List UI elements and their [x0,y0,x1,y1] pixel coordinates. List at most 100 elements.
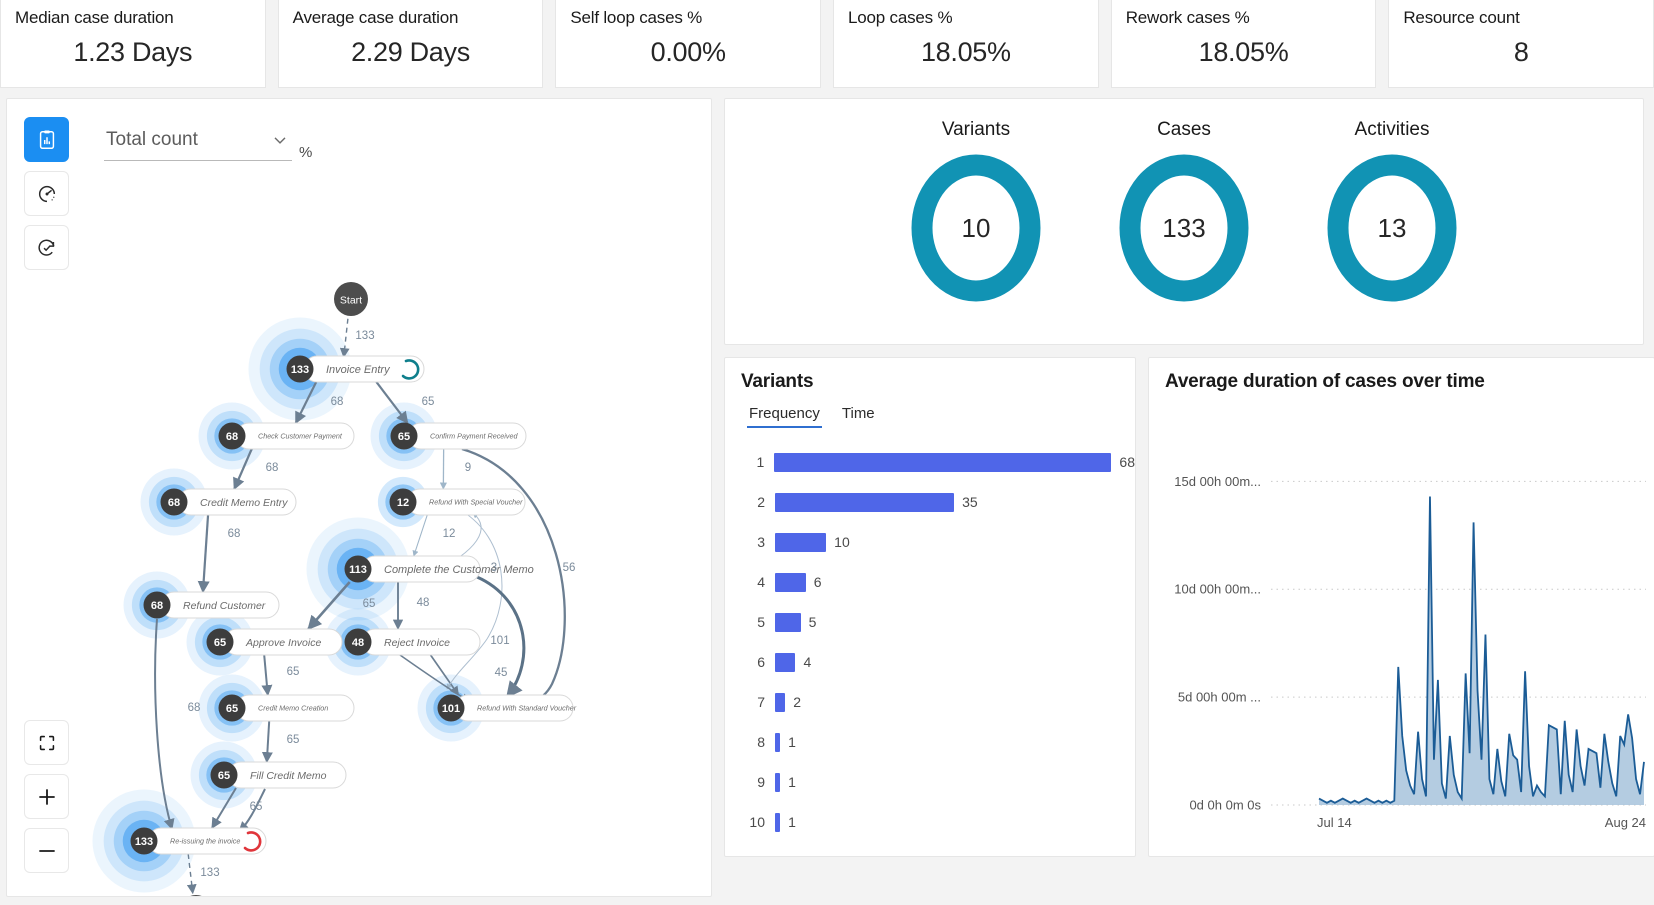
fit-to-screen-button[interactable] [24,720,69,765]
process-map-graph[interactable]: Start Invoice Entry 133 Check Customer Paym… [7,99,711,897]
process-node[interactable]: Credit Memo Creation 65 [218,694,355,722]
duration-area-chart: 0d 0h 0m 0s 5d 00h 00m ... 10d 00h 00m... 1… [1174,474,1646,830]
process-map-panel: Total count % Start Invoice Entry 133 Check… [6,98,712,897]
refresh-check-icon [37,239,54,256]
edge-count-label: 68 [228,528,241,540]
process-node[interactable]: End [179,895,213,897]
node-label: Re-issuing the invoice [170,837,240,846]
variant-value: 35 [962,494,978,510]
process-node[interactable]: Re-issuing the invoice 133 [130,827,267,855]
zoom-out-button[interactable] [24,828,69,873]
node-count-value: 68 [151,600,163,612]
process-node[interactable]: Confirm Payment Received 65 [390,422,527,450]
variant-rank: 1 [756,454,765,470]
node-count-value: 48 [352,637,364,649]
edge-count-label: 56 [563,562,576,574]
process-edge [261,720,273,764]
variant-bar [775,492,955,512]
variants-title: Variants [741,371,814,392]
node-count-value: 68 [168,497,180,509]
edge-count-label: 65 [287,734,300,746]
node-label: Fill Credit Memo [250,770,327,782]
variant-value: 10 [834,534,850,550]
kpi-row: Median case duration 1.23 Days Average c… [0,0,1654,88]
y-axis-tick-label: 5d 00h 00m ... [1178,690,1261,705]
node-label: Invoice Entry [326,364,391,376]
metric-select-box[interactable]: Total count [104,125,292,161]
variant-rank: 8 [757,734,765,750]
variant-bar-row[interactable]: 3 10 [725,522,1135,562]
process-node[interactable]: Fill Credit Memo 65 [210,761,347,789]
process-node[interactable]: Complete the Customer Memo 113 [344,555,534,583]
variant-bar [775,532,827,552]
edge-count-label: 3 [491,562,497,574]
node-count-value: 65 [398,431,410,443]
variant-bar-row[interactable]: 55 [725,602,1135,642]
donut-value: 133 [1162,213,1205,243]
variant-bar-row[interactable]: 1 68 [725,442,1135,482]
edge-count-label: 68 [188,702,201,714]
variant-bar-row[interactable]: 2 35 [725,482,1135,522]
edge-count-label: 133 [200,867,219,879]
kpi-title: Loop cases % [848,8,953,27]
variant-bar-row[interactable]: 91 [725,762,1135,802]
variant-bar-row[interactable]: 81 [725,722,1135,762]
kpi-value: 2.29 Days [351,37,470,67]
kpi-value: 8 [1513,37,1529,67]
donut-cases: Cases 133 [1119,119,1249,307]
process-node[interactable]: Invoice Entry 133 [286,355,425,383]
x-axis-tick-start: Jul 14 [1317,815,1352,830]
metric-select-value: Total count [106,129,198,150]
terminal-node-label: Start [340,295,362,307]
variant-rank: 5 [757,614,765,630]
variant-value: 6 [813,574,822,590]
donut-value: 13 [1378,213,1407,243]
map-view-toolbar [24,117,69,270]
process-node[interactable]: Approve Invoice 65 [206,628,343,656]
kpi-card-median-case-duration: Median case duration 1.23 Days [0,0,266,88]
duration-title: Average duration of cases over time [1165,371,1485,392]
frequency-view-button[interactable] [24,117,69,162]
kpi-value: 18.05% [920,37,1011,67]
plus-icon [38,788,55,805]
zoom-in-button[interactable] [24,774,69,819]
tab-time[interactable]: Time [840,403,877,428]
kpi-value: 1.23 Days [73,37,193,67]
process-edge [197,514,210,594]
edge-count-label: 101 [490,635,509,647]
kpi-card-self-loop-cases: Self loop cases % 0.00% [555,0,822,88]
variants-panel: Variants Frequency Time 1 68 2 35 3 10 4 6 5 5 6 4 7… [724,357,1136,857]
variant-bar-row[interactable]: 64 [725,642,1135,682]
process-node[interactable]: Reject Invoice 48 [344,628,481,656]
variant-bar-row[interactable]: 10 1 [725,802,1135,842]
process-node[interactable]: Refund Customer 68 [143,591,280,619]
summary-donut-panel: Variants 10 Cases 133 Activities 13 [724,98,1644,345]
y-axis-tick-label: 0d 0h 0m 0s [1189,798,1261,813]
process-node[interactable]: Refund With Standard Voucher 101 [437,694,577,722]
node-count-value: 68 [226,431,238,443]
variant-bar-row[interactable]: 46 [725,562,1135,602]
process-node[interactable]: Refund With Special Voucher 12 [389,488,526,516]
edge-count-label: 45 [495,667,508,679]
percent-toggle-label[interactable]: % [299,144,312,161]
main-content: Total count % Start Invoice Entry 133 Check… [0,88,1654,905]
node-count-value: 65 [226,703,238,715]
rework-view-button[interactable] [24,225,69,270]
edge-count-label: 65 [422,396,435,408]
variant-value: 2 [793,694,802,710]
process-node[interactable]: Start [334,282,368,316]
process-node[interactable]: Credit Memo Entry 68 [160,488,297,516]
edge-count-label: 12 [443,528,456,540]
performance-view-button[interactable] [24,171,69,216]
variant-bar-row[interactable]: 72 [725,682,1135,722]
process-node[interactable]: Check Customer Payment 68 [218,422,355,450]
bottom-row: Variants Frequency Time 1 68 2 35 3 10 4 6 5 5 6 4 7… [724,357,1654,857]
fit-screen-icon [39,735,54,750]
metric-select[interactable]: Total count [104,125,292,161]
chevron-down-icon [274,137,286,144]
node-count-value: 113 [349,564,367,576]
variant-value: 1 [788,774,796,790]
y-axis-tick-label: 15d 00h 00m... [1174,474,1261,489]
tab-frequency[interactable]: Frequency [747,403,822,428]
clipboard-chart-icon [39,129,54,149]
